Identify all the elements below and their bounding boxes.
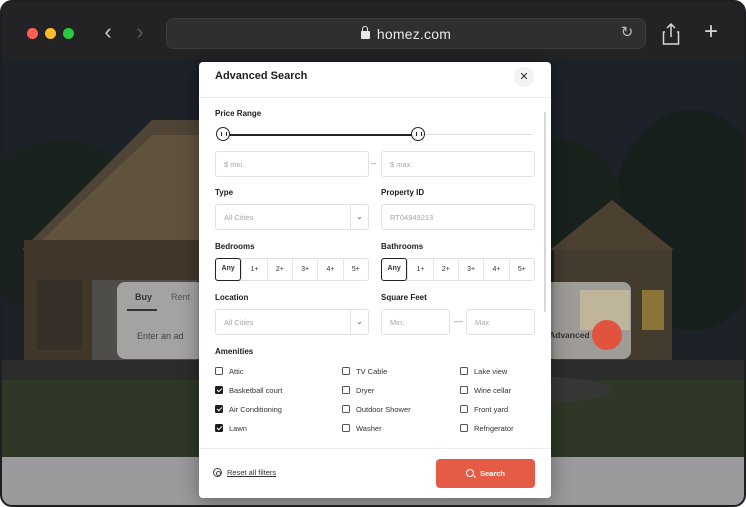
search-button[interactable]: Search: [436, 459, 535, 488]
amenity-checkbox[interactable]: Refrigerator: [460, 422, 514, 434]
bathrooms-option[interactable]: Any: [381, 258, 408, 281]
amenity-checkbox[interactable]: Washer: [342, 422, 382, 434]
tab-buy[interactable]: Buy: [135, 292, 152, 302]
amenity-checkbox[interactable]: Attic: [215, 365, 244, 377]
hero-search-input[interactable]: Enter an ad: [137, 331, 184, 341]
amenity-checkbox[interactable]: Lake view: [460, 365, 507, 377]
url-text: homez.com: [376, 26, 452, 42]
property-id-label: Property ID: [381, 188, 425, 197]
chevron-down-icon: ⌄: [350, 205, 368, 229]
amenity-checkbox[interactable]: Lawn: [215, 422, 247, 434]
address-bar[interactable]: homez.com ↻: [166, 18, 646, 49]
checkbox-icon: [460, 424, 468, 432]
type-select[interactable]: All Cities ⌄: [215, 204, 369, 230]
checkbox-icon: [342, 386, 350, 394]
modal-header: Advanced Search ✕: [199, 62, 551, 98]
bedrooms-option[interactable]: 3+: [291, 259, 317, 280]
search-icon: [465, 469, 474, 477]
price-slider-max-handle[interactable]: [411, 127, 425, 141]
modal-footer: Reset all filters Search: [199, 448, 551, 498]
bathrooms-option[interactable]: 4+: [483, 259, 508, 280]
bedrooms-option[interactable]: 4+: [317, 259, 342, 280]
close-icon[interactable]: ✕: [514, 67, 534, 87]
price-separator: –: [371, 158, 377, 168]
checkbox-checked-icon: [215, 386, 223, 394]
square-feet-separator: —: [454, 316, 463, 326]
advanced-search-modal: Advanced Search ✕ Price Range $ min. – $…: [199, 62, 551, 498]
bedrooms-option[interactable]: 2+: [266, 259, 292, 280]
price-range-label: Price Range: [215, 109, 262, 118]
amenity-checkbox[interactable]: Wine cellar: [460, 384, 511, 396]
advanced-link[interactable]: Advanced: [549, 330, 590, 340]
amenities-label: Amenities: [215, 347, 254, 356]
minimize-window-button[interactable]: [45, 28, 56, 39]
modal-scrollbar[interactable]: [544, 112, 546, 312]
chevron-down-icon: ⌄: [350, 310, 368, 334]
checkbox-icon: [342, 424, 350, 432]
hero-search-button[interactable]: [592, 320, 622, 350]
location-select[interactable]: All Cities ⌄: [215, 309, 369, 335]
modal-title: Advanced Search: [215, 70, 308, 82]
square-feet-min-input[interactable]: Min.: [381, 309, 450, 335]
amenity-checkbox[interactable]: Outdoor Shower: [342, 403, 411, 415]
bedrooms-option[interactable]: 1+: [241, 259, 266, 280]
maximize-window-button[interactable]: [63, 28, 74, 39]
new-tab-icon[interactable]: +: [700, 20, 722, 44]
amenity-checkbox[interactable]: TV Cable: [342, 365, 387, 377]
lock-icon: [360, 26, 370, 39]
close-window-button[interactable]: [27, 28, 38, 39]
type-label: Type: [215, 188, 234, 197]
bathrooms-option[interactable]: 3+: [457, 259, 483, 280]
checkbox-icon: [342, 367, 350, 375]
bedrooms-option[interactable]: Any: [215, 258, 242, 281]
amenity-checkbox[interactable]: Air Conditioning: [215, 403, 282, 415]
reset-icon: [213, 468, 222, 477]
amenity-checkbox[interactable]: Basketball court: [215, 384, 282, 396]
checkbox-icon: [215, 367, 223, 375]
share-icon[interactable]: [660, 22, 682, 46]
checkbox-checked-icon: [215, 424, 223, 432]
bedrooms-label: Bedrooms: [215, 242, 255, 251]
checkbox-icon: [342, 405, 350, 413]
reset-filters-link[interactable]: Reset all filters: [213, 468, 276, 477]
checkbox-icon: [460, 405, 468, 413]
bathrooms-label: Bathrooms: [381, 242, 424, 251]
price-max-input[interactable]: $ max.: [381, 151, 535, 177]
price-slider-fill: [223, 133, 418, 136]
browser-window: ‹ › homez.com ↻ + Buy Rent Enter an ad A…: [0, 0, 746, 507]
square-feet-max-input[interactable]: Max: [466, 309, 535, 335]
back-arrow-icon[interactable]: ‹: [98, 20, 118, 44]
browser-toolbar: ‹ › homez.com ↻ +: [2, 2, 744, 60]
bedrooms-option[interactable]: 5+: [342, 259, 368, 280]
reload-icon[interactable]: ↻: [617, 23, 637, 43]
price-min-input[interactable]: $ min.: [215, 151, 369, 177]
price-slider-min-handle[interactable]: [216, 127, 230, 141]
location-label: Location: [215, 293, 249, 302]
checkbox-icon: [460, 367, 468, 375]
square-feet-label: Square Feet: [381, 293, 427, 302]
property-id-input[interactable]: RT04949213: [381, 204, 535, 230]
bathrooms-option[interactable]: 1+: [407, 259, 432, 280]
bathrooms-option[interactable]: 2+: [432, 259, 458, 280]
bedrooms-selector: Any 1+ 2+ 3+ 4+ 5+: [215, 258, 369, 281]
amenity-checkbox[interactable]: Dryer: [342, 384, 374, 396]
forward-arrow-icon[interactable]: ›: [130, 20, 150, 44]
checkbox-icon: [460, 386, 468, 394]
bathrooms-option[interactable]: 5+: [508, 259, 534, 280]
amenity-checkbox[interactable]: Front yard: [460, 403, 508, 415]
tab-rent[interactable]: Rent: [171, 292, 190, 302]
bathrooms-selector: Any 1+ 2+ 3+ 4+ 5+: [381, 258, 535, 281]
checkbox-checked-icon: [215, 405, 223, 413]
